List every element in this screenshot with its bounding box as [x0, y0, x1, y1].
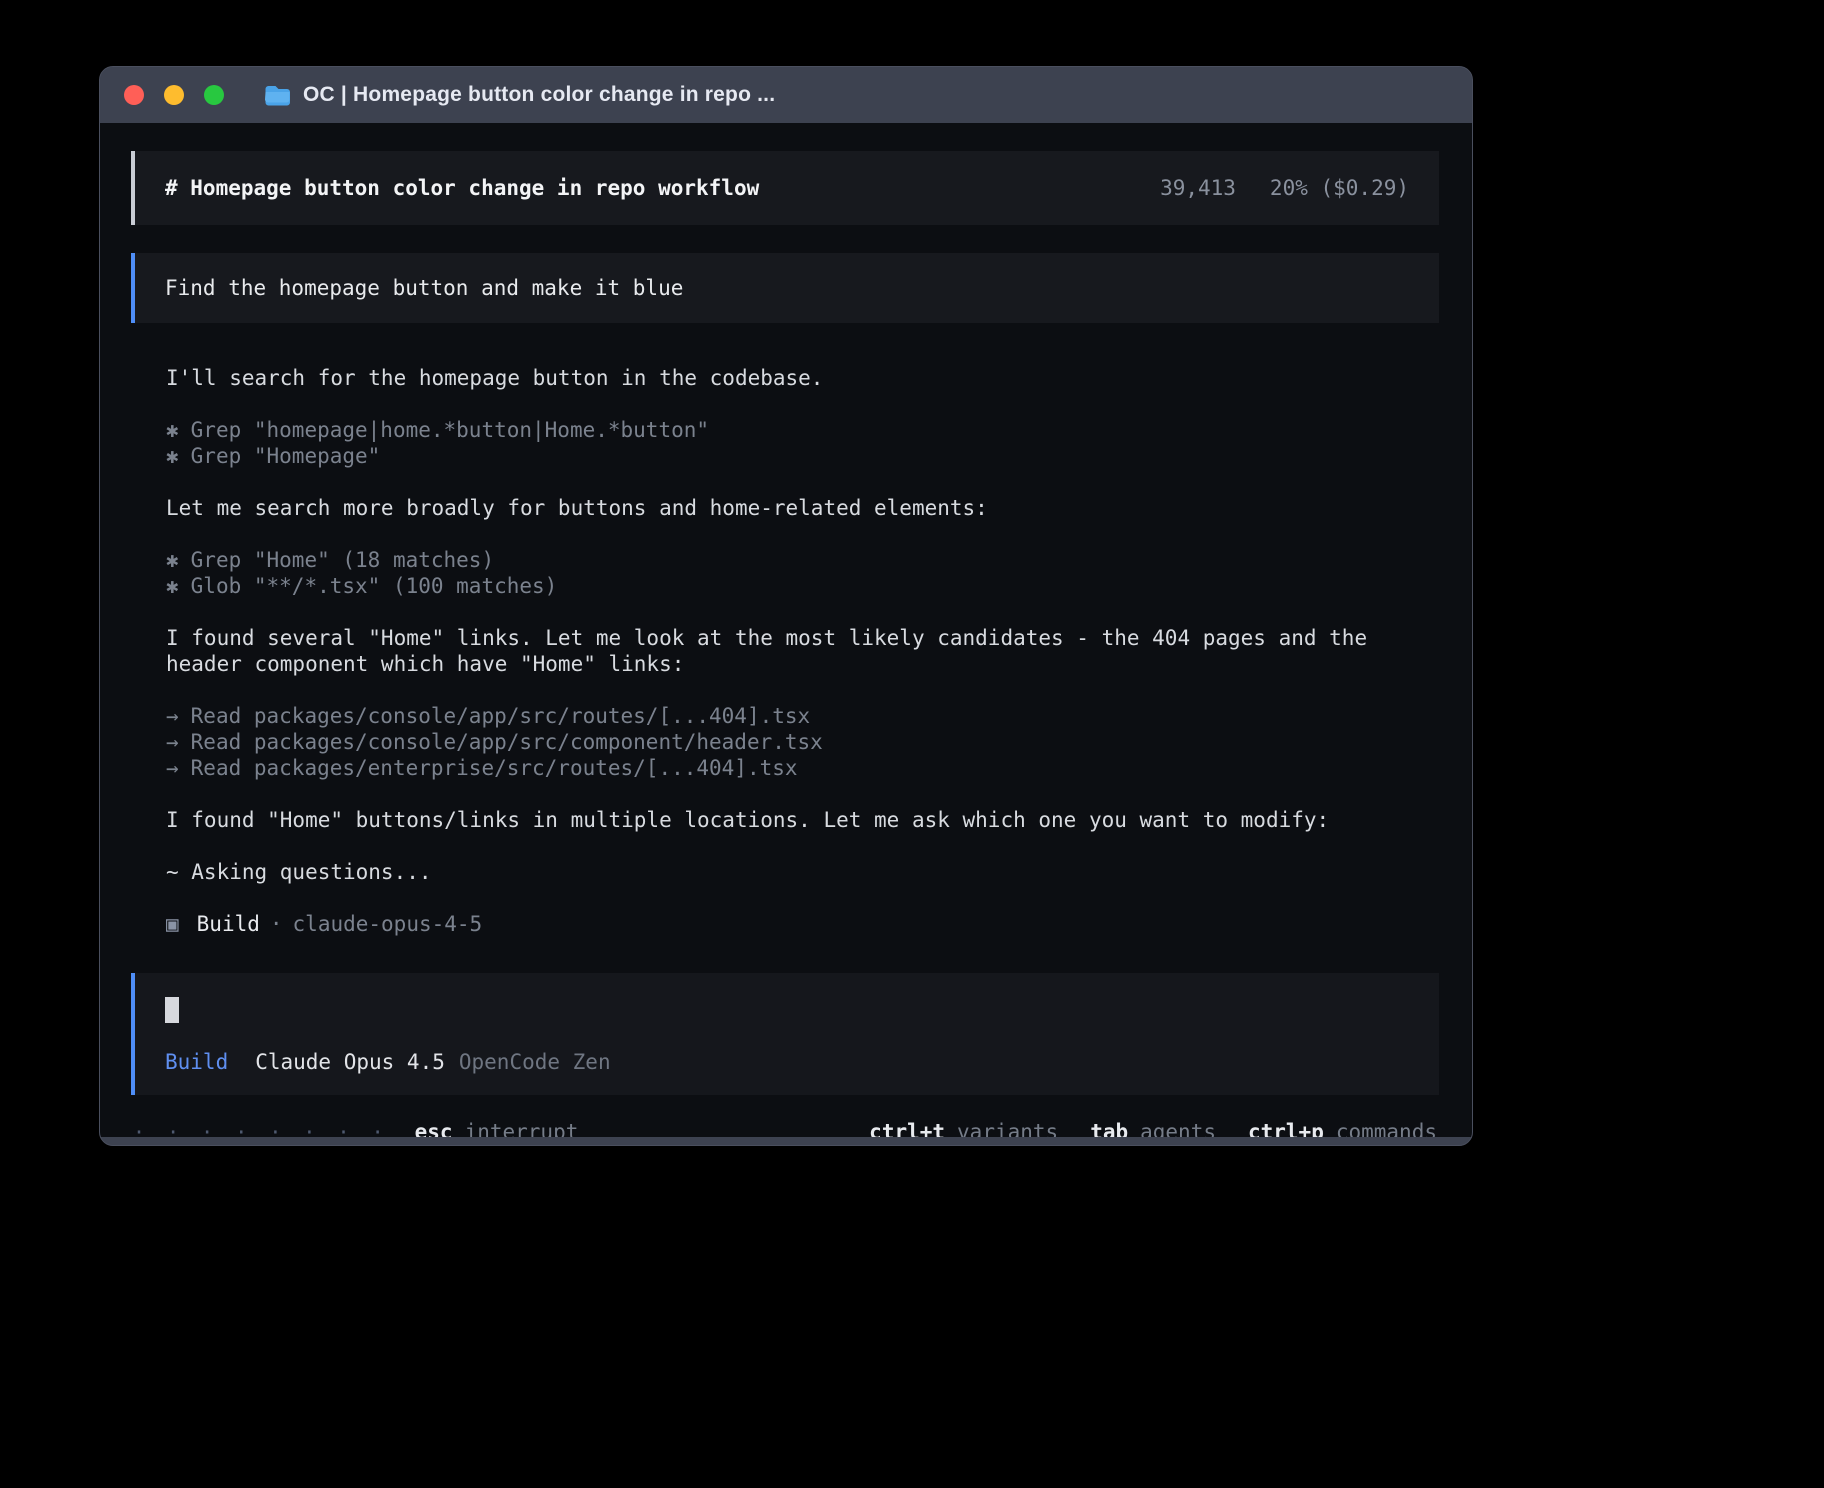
tool-call-text: Read packages/enterprise/src/routes/[...… [191, 756, 798, 780]
blank-line [166, 469, 1439, 495]
user-message-text: Find the homepage button and make it blu… [165, 276, 683, 300]
model-provider: OpenCode Zen [459, 1050, 611, 1074]
zoom-button[interactable] [204, 85, 224, 105]
agent-name: Build [197, 912, 260, 936]
assistant-text-line: ~ Asking questions... [166, 859, 1439, 885]
tool-call-line: ✱ Grep "Home" (18 matches) [166, 547, 1439, 573]
token-count: 39,413 [1160, 175, 1236, 201]
titlebar[interactable]: OC | Homepage button color change in rep… [100, 67, 1472, 123]
assistant-text-line: I'll search for the homepage button in t… [166, 365, 1439, 391]
tool-call-line: → Read packages/console/app/src/routes/[.… [166, 703, 1439, 729]
model-status: Build Claude Opus 4.5 OpenCode Zen [165, 1049, 1409, 1075]
tool-call-line: → Read packages/console/app/src/component… [166, 729, 1439, 755]
shortcut-key: tab [1090, 1119, 1128, 1137]
tool-icon: ✱ [166, 548, 179, 572]
prompt-input[interactable]: Build Claude Opus 4.5 OpenCode Zen [131, 973, 1439, 1095]
context-usage: 20% ($0.29) [1270, 175, 1409, 201]
tool-icon: ✱ [166, 574, 179, 598]
tool-call-line: ✱ Grep "homepage|home.*button|Home.*butto… [166, 417, 1439, 443]
shortcut-label: interrupt [465, 1119, 579, 1137]
shortcut-key: ctrl+t [869, 1119, 945, 1137]
agent-model: claude-opus-4-5 [293, 912, 483, 936]
window-controls [124, 85, 224, 105]
tool-icon: → [166, 756, 179, 780]
window-title: OC | Homepage button color change in rep… [303, 83, 775, 107]
session-title: # Homepage button color change in repo w… [165, 175, 759, 201]
minimize-button[interactable] [164, 85, 184, 105]
tool-call-line: → Read packages/enterprise/src/routes/[..… [166, 755, 1439, 781]
folder-icon [264, 84, 291, 106]
shortcut-label: agents [1140, 1119, 1216, 1137]
tool-call-text: Read packages/console/app/src/routes/[..… [191, 704, 811, 728]
status-left: · · · · · · · · esc interrupt [133, 1119, 578, 1137]
tool-call-text: Grep "Home" (18 matches) [191, 548, 494, 572]
terminal-content: # Homepage button color change in repo w… [100, 123, 1472, 1137]
active-model: Claude Opus 4.5 [255, 1050, 445, 1074]
keyboard-shortcut: tab agents [1090, 1119, 1216, 1137]
tool-icon: → [166, 704, 179, 728]
text-cursor [165, 997, 179, 1023]
spinner-dots: · · · · · · · · [133, 1119, 389, 1137]
status-bar: · · · · · · · · esc interrupt ctrl+t varia… [131, 1119, 1439, 1137]
tool-call-text: Grep "homepage|home.*button|Home.*button… [191, 418, 709, 442]
assistant-text-line: I found several "Home" links. Let me loo… [166, 625, 1439, 651]
user-message: Find the homepage button and make it blu… [131, 253, 1439, 323]
tool-call-text: Grep "Homepage" [191, 444, 381, 468]
agent-status-line: ▣ Build · claude-opus-4-5 [166, 911, 1439, 937]
tool-call-line: ✱ Grep "Homepage" [166, 443, 1439, 469]
blank-line [166, 391, 1439, 417]
tool-call-line: ✱ Glob "**/*.tsx" (100 matches) [166, 573, 1439, 599]
blank-line [166, 677, 1439, 703]
tool-icon: → [166, 730, 179, 754]
keyboard-shortcut: ctrl+p commands [1248, 1119, 1437, 1137]
close-button[interactable] [124, 85, 144, 105]
agent-badge-icon: ▣ [166, 912, 179, 936]
tool-call-text: Read packages/console/app/src/component/… [191, 730, 823, 754]
tool-icon: ✱ [166, 444, 179, 468]
tool-icon: ✱ [166, 418, 179, 442]
shortcut-label: commands [1336, 1119, 1437, 1137]
conversation: I'll search for the homepage button in t… [131, 365, 1439, 937]
tool-call-text: Glob "**/*.tsx" (100 matches) [191, 574, 558, 598]
title-group: OC | Homepage button color change in rep… [264, 83, 775, 107]
assistant-text-line: header component which have "Home" links… [166, 651, 1439, 677]
shortcut-key: esc [415, 1119, 453, 1137]
blank-line [166, 885, 1439, 911]
blank-line [166, 521, 1439, 547]
assistant-text-line: I found "Home" buttons/links in multiple… [166, 807, 1439, 833]
session-stats: 39,413 20% ($0.29) [1160, 175, 1409, 201]
shortcut-key: ctrl+p [1248, 1119, 1324, 1137]
keyboard-shortcut: esc interrupt [415, 1119, 579, 1137]
input-line[interactable] [165, 997, 1409, 1023]
blank-line [166, 833, 1439, 859]
status-right: ctrl+t variants tab agents ctrl+p commands [837, 1119, 1437, 1137]
shortcut-label: variants [957, 1119, 1058, 1137]
blank-line [166, 781, 1439, 807]
shortcuts-left: esc interrupt [415, 1119, 579, 1137]
separator-dot: · [270, 912, 283, 936]
assistant-text-line: Let me search more broadly for buttons a… [166, 495, 1439, 521]
session-header: # Homepage button color change in repo w… [131, 151, 1439, 225]
keyboard-shortcut: ctrl+t variants [869, 1119, 1058, 1137]
active-agent: Build [165, 1050, 228, 1074]
blank-line [166, 599, 1439, 625]
terminal-window: OC | Homepage button color change in rep… [99, 66, 1473, 1146]
